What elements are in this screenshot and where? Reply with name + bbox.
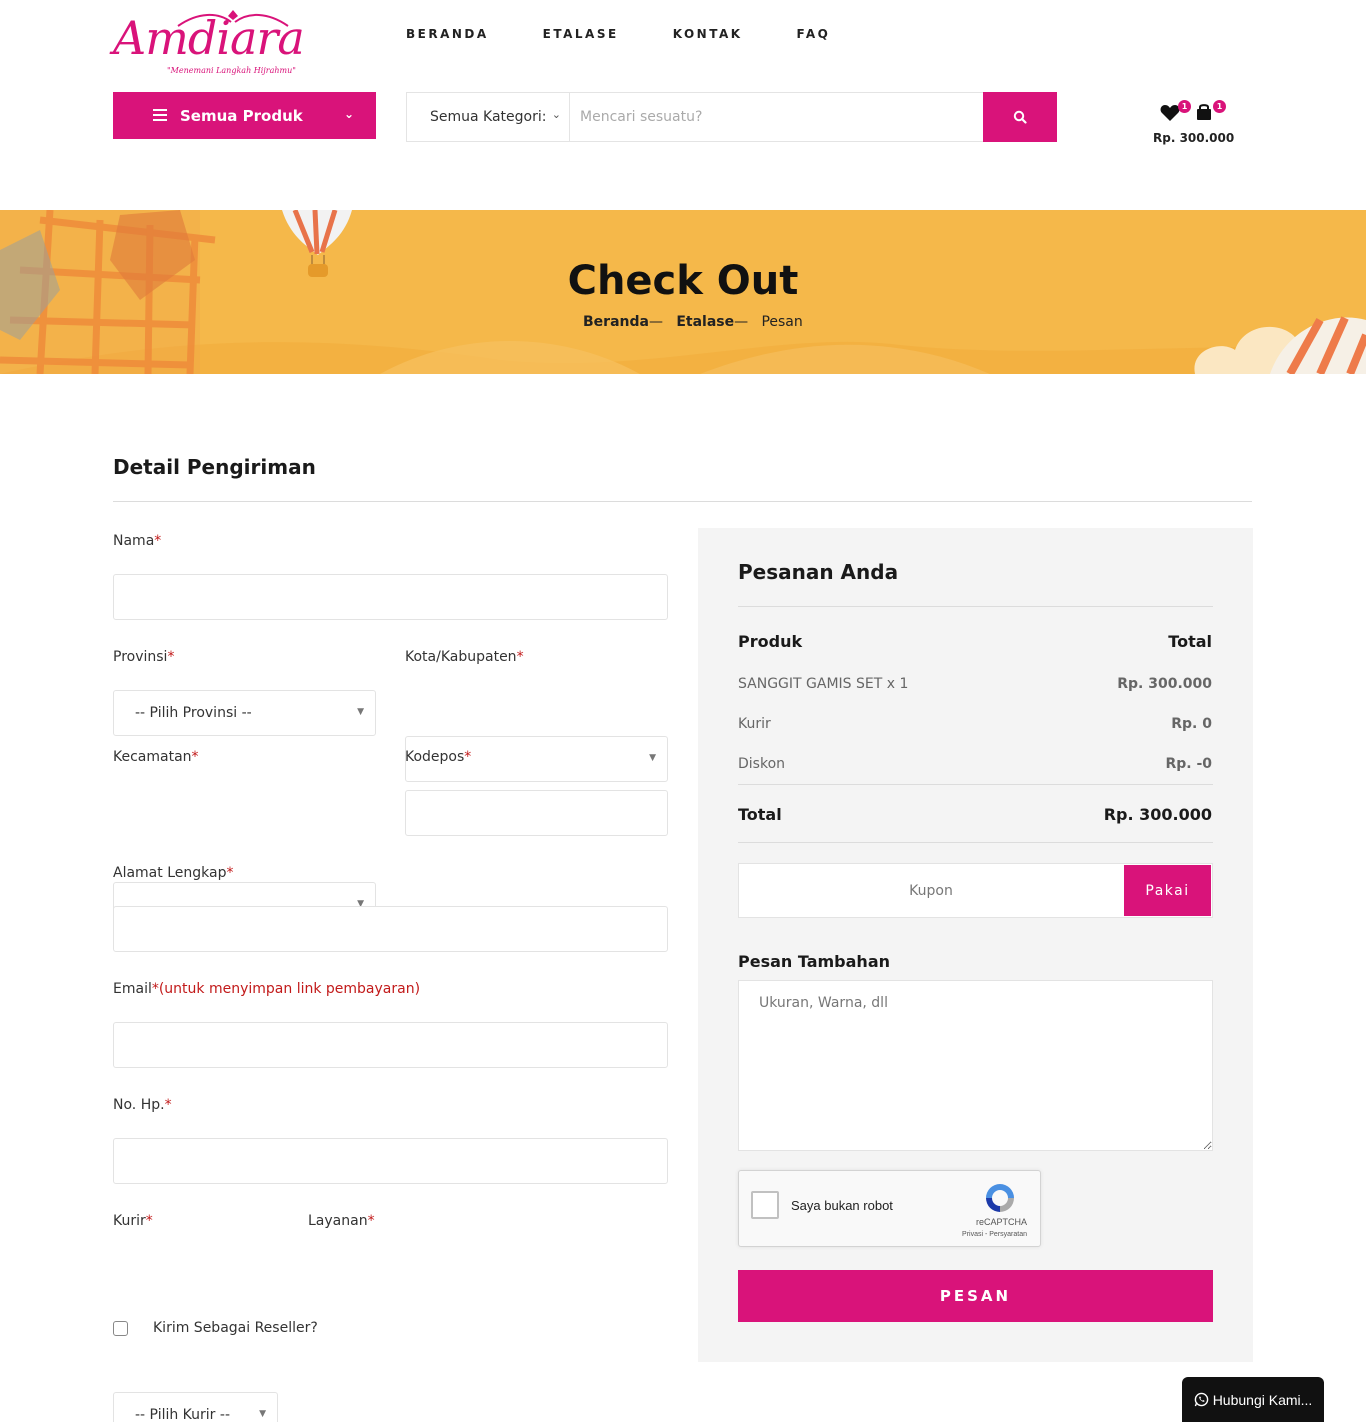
coupon-form: Pakai bbox=[738, 863, 1213, 918]
category-select-value: Semua Kategori: bbox=[430, 109, 547, 125]
logo-tagline: "Menemani Langkah Hijrahmu" bbox=[167, 66, 296, 75]
postal-code-label: Kodepos* bbox=[405, 749, 472, 765]
shipping-label: Kurir bbox=[738, 716, 771, 732]
courier-select[interactable]: -- Pilih Kurir -- ▼ bbox=[113, 1392, 278, 1422]
page-banner: Check Out Beranda— Etalase— Pesan bbox=[0, 210, 1366, 374]
district-label: Kecamatan* bbox=[113, 749, 199, 765]
shipping-details-title: Detail Pengiriman bbox=[113, 455, 316, 479]
breadcrumb-home[interactable]: Beranda bbox=[583, 314, 649, 330]
coupon-input[interactable] bbox=[739, 864, 1123, 917]
service-label: Layanan* bbox=[308, 1213, 375, 1229]
nav-faq[interactable]: FAQ bbox=[797, 27, 831, 41]
nav-beranda[interactable]: BERANDA bbox=[406, 27, 489, 41]
grand-total-value: Rp. 300.000 bbox=[1103, 805, 1212, 824]
name-input[interactable] bbox=[113, 574, 668, 620]
search-icon bbox=[1013, 110, 1027, 124]
reseller-label: Kirim Sebagai Reseller? bbox=[153, 1320, 318, 1336]
discount-value: Rp. -0 bbox=[1165, 756, 1212, 772]
wishlist-button[interactable]: 1 bbox=[1160, 100, 1191, 126]
apply-coupon-button[interactable]: Pakai bbox=[1124, 865, 1211, 916]
chevron-down-icon: ▼ bbox=[357, 707, 364, 717]
chevron-down-icon: ⌄ bbox=[343, 107, 354, 121]
courier-label: Kurir* bbox=[113, 1213, 153, 1229]
courier-select-value: -- Pilih Kurir -- bbox=[135, 1407, 230, 1422]
breadcrumb-separator: — bbox=[734, 314, 749, 330]
recaptcha-brand: reCAPTCHA bbox=[975, 1217, 1027, 1227]
breadcrumb-etalase[interactable]: Etalase bbox=[676, 314, 734, 330]
divider bbox=[113, 501, 1252, 502]
cart-total: Rp. 300.000 bbox=[1153, 131, 1235, 145]
email-label: Email*(untuk menyimpan link pembayaran) bbox=[113, 981, 421, 997]
wishlist-count-badge: 1 bbox=[1178, 100, 1191, 113]
recaptcha-widget: Saya bukan robot reCAPTCHA Privasi - Per… bbox=[738, 1170, 1041, 1247]
column-header-total: Total bbox=[1168, 632, 1212, 651]
search-bar: Semua Kategori: ⌄ bbox=[406, 92, 1057, 142]
divider bbox=[738, 606, 1213, 607]
postal-code-input[interactable] bbox=[405, 790, 668, 836]
email-note: (untuk menyimpan link pembayaran) bbox=[158, 981, 421, 997]
address-label: Alamat Lengkap* bbox=[113, 865, 234, 881]
shipping-cost: Rp. 0 bbox=[1171, 716, 1212, 732]
main-nav: BERANDA ETALASE KONTAK FAQ bbox=[406, 27, 884, 41]
order-item-name: SANGGIT GAMIS SET x 1 bbox=[738, 676, 909, 692]
whatsapp-icon bbox=[1194, 1392, 1208, 1407]
breadcrumb-separator: — bbox=[648, 314, 663, 330]
divider bbox=[738, 784, 1213, 785]
notes-label: Pesan Tambahan bbox=[738, 952, 891, 971]
all-products-label: Semua Produk bbox=[180, 106, 303, 125]
notes-textarea[interactable] bbox=[738, 980, 1213, 1151]
cart-button[interactable]: 1 bbox=[1196, 100, 1226, 125]
province-select[interactable]: -- Pilih Provinsi -- ▼ bbox=[113, 690, 376, 736]
divider bbox=[738, 842, 1213, 843]
brand-logo[interactable]: Amdiara "Menemani Langkah Hijrahmu" bbox=[113, 8, 328, 80]
city-label: Kota/Kabupaten* bbox=[405, 649, 524, 665]
province-label: Provinsi* bbox=[113, 649, 175, 665]
recaptcha-checkbox[interactable] bbox=[751, 1191, 779, 1219]
page-title: Check Out bbox=[567, 258, 799, 304]
grand-total-label: Total bbox=[738, 805, 782, 824]
breadcrumb: Beranda— Etalase— Pesan bbox=[583, 314, 803, 330]
menu-icon bbox=[153, 109, 167, 121]
whatsapp-contact-button[interactable]: Hubungi Kami... bbox=[1182, 1377, 1324, 1422]
recaptcha-icon bbox=[986, 1184, 1014, 1212]
breadcrumb-current: Pesan bbox=[761, 314, 803, 330]
recaptcha-links[interactable]: Privasi - Persyaratan bbox=[962, 1231, 1027, 1238]
heart-icon bbox=[1160, 105, 1180, 121]
recaptcha-label: Saya bukan robot bbox=[791, 1198, 893, 1213]
email-field[interactable] bbox=[113, 1022, 668, 1068]
all-products-button[interactable]: Semua Produk ⌄ bbox=[113, 92, 376, 139]
nav-etalase[interactable]: ETALASE bbox=[543, 27, 619, 41]
phone-input[interactable] bbox=[113, 1138, 668, 1184]
discount-label: Diskon bbox=[738, 756, 786, 772]
whatsapp-label: Hubungi Kami... bbox=[1212, 1391, 1313, 1408]
search-input[interactable] bbox=[570, 93, 983, 141]
chevron-down-icon: ▼ bbox=[259, 1409, 266, 1419]
category-select[interactable]: Semua Kategori: ⌄ bbox=[407, 93, 570, 141]
phone-label: No. Hp.* bbox=[113, 1097, 172, 1113]
search-button[interactable] bbox=[983, 92, 1057, 142]
province-select-value: -- Pilih Provinsi -- bbox=[135, 705, 252, 721]
logo-swirl-icon bbox=[177, 10, 289, 27]
shopping-bag-icon bbox=[1197, 104, 1211, 120]
cart-count-badge: 1 bbox=[1213, 100, 1226, 113]
column-header-product: Produk bbox=[738, 632, 803, 651]
reseller-checkbox[interactable] bbox=[113, 1321, 128, 1336]
order-item-price: Rp. 300.000 bbox=[1117, 676, 1212, 692]
chevron-down-icon: ⌄ bbox=[551, 108, 561, 121]
place-order-button[interactable]: PESAN bbox=[738, 1270, 1213, 1322]
order-summary-title: Pesanan Anda bbox=[738, 560, 899, 584]
chevron-down-icon: ▼ bbox=[649, 753, 656, 763]
name-label: Nama* bbox=[113, 533, 162, 549]
address-input[interactable] bbox=[113, 906, 668, 952]
nav-kontak[interactable]: KONTAK bbox=[673, 27, 743, 41]
